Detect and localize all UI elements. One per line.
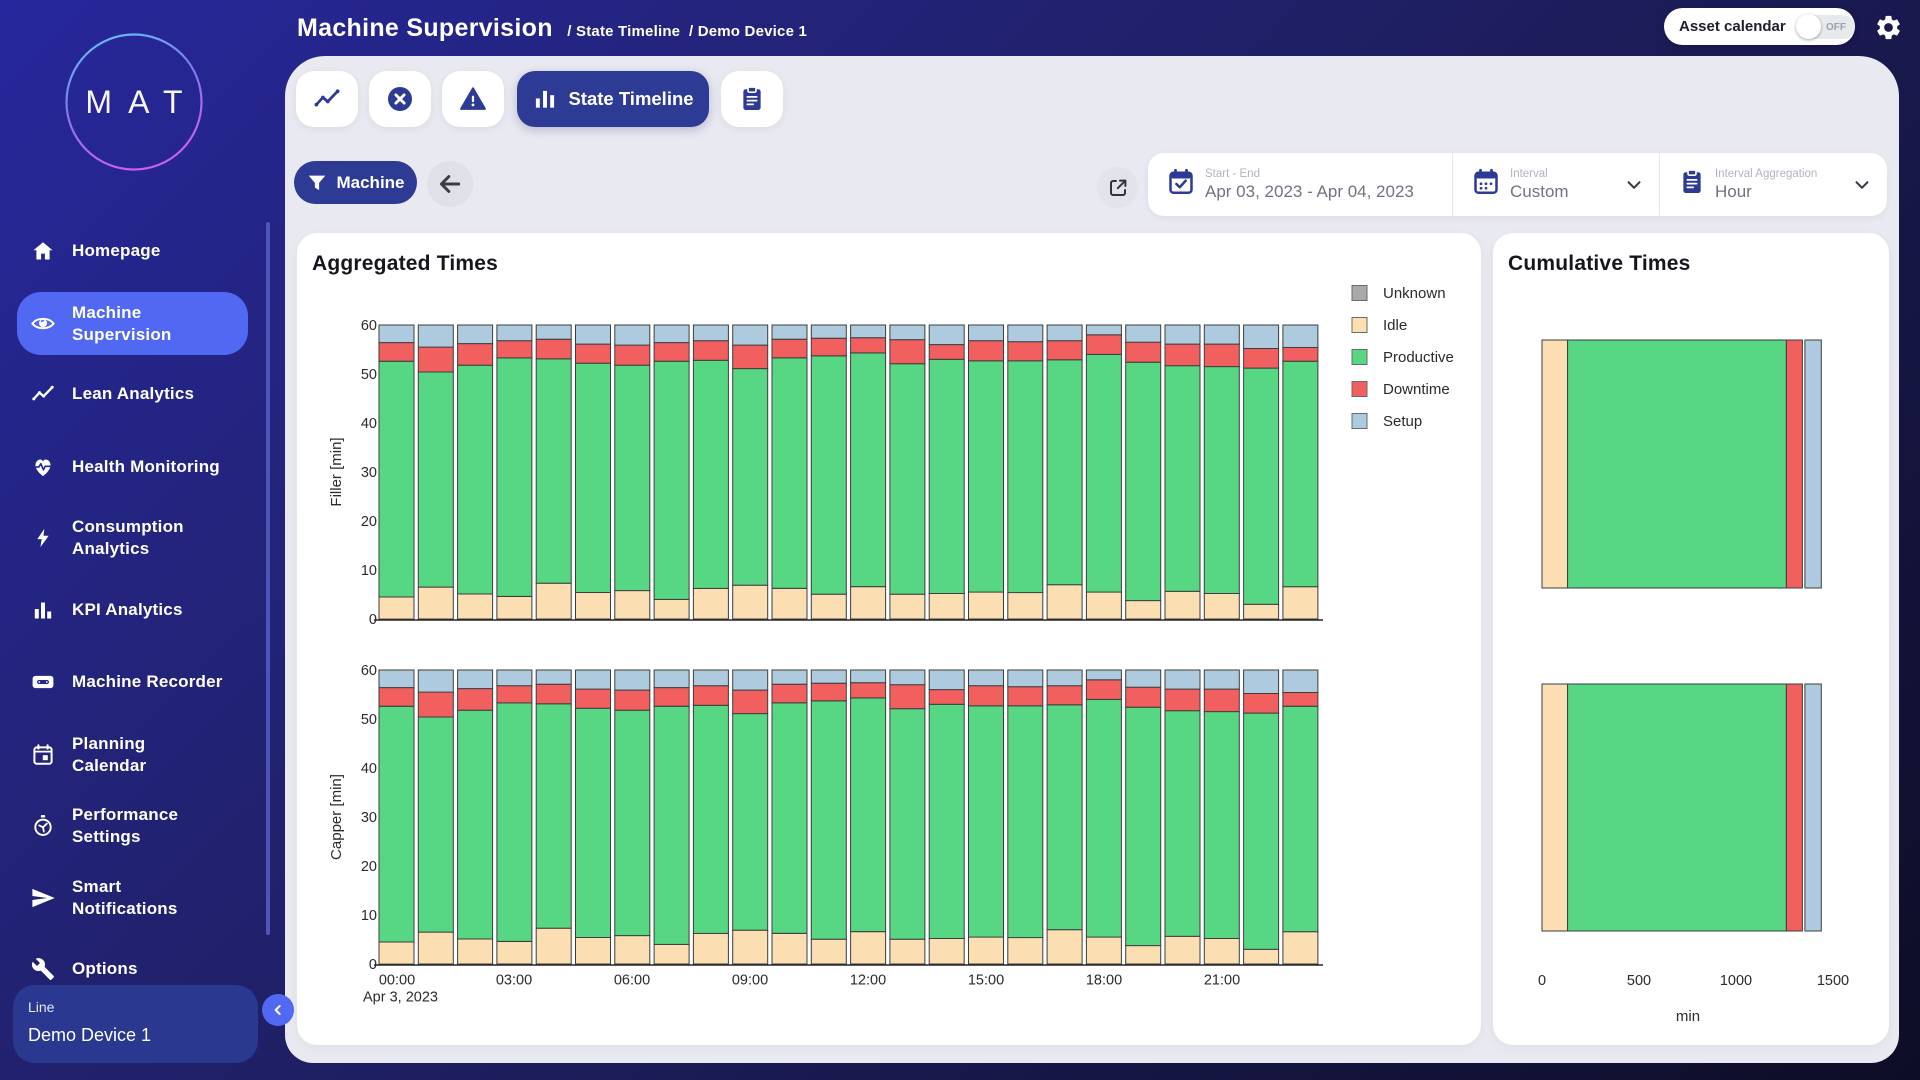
svg-text:03:00: 03:00 — [496, 973, 532, 989]
svg-text:15:00: 15:00 — [968, 973, 1004, 989]
svg-text:50: 50 — [361, 712, 377, 728]
svg-text:50: 50 — [361, 367, 377, 383]
svg-text:1500: 1500 — [1817, 973, 1849, 989]
svg-text:Idle: Idle — [1383, 317, 1407, 334]
svg-text:min: min — [1676, 1008, 1700, 1025]
svg-text:60: 60 — [361, 663, 377, 679]
svg-text:500: 500 — [1627, 973, 1651, 989]
svg-text:0: 0 — [369, 957, 377, 973]
svg-text:00:00: 00:00 — [379, 973, 415, 989]
svg-text:Filler [min]: Filler [min] — [328, 437, 345, 506]
svg-text:Downtime: Downtime — [1383, 381, 1450, 398]
svg-text:Productive: Productive — [1383, 349, 1454, 366]
svg-text:12:00: 12:00 — [850, 973, 886, 989]
svg-text:0: 0 — [1538, 973, 1546, 989]
svg-text:40: 40 — [361, 761, 377, 777]
svg-text:20: 20 — [361, 514, 377, 530]
svg-text:09:00: 09:00 — [732, 973, 768, 989]
svg-text:40: 40 — [361, 416, 377, 432]
svg-text:10: 10 — [361, 908, 377, 924]
svg-text:1000: 1000 — [1720, 973, 1752, 989]
svg-text:Capper [min]: Capper [min] — [328, 774, 345, 860]
svg-text:30: 30 — [361, 810, 377, 826]
svg-text:10: 10 — [361, 563, 377, 579]
svg-text:21:00: 21:00 — [1204, 973, 1240, 989]
svg-text:Apr 3, 2023: Apr 3, 2023 — [363, 990, 438, 1006]
svg-text:Unknown: Unknown — [1383, 285, 1446, 302]
svg-text:60: 60 — [361, 318, 377, 334]
svg-text:06:00: 06:00 — [614, 973, 650, 989]
svg-text:0: 0 — [369, 612, 377, 628]
svg-text:20: 20 — [361, 859, 377, 875]
svg-text:18:00: 18:00 — [1086, 973, 1122, 989]
svg-text:Setup: Setup — [1383, 413, 1422, 430]
svg-text:30: 30 — [361, 465, 377, 481]
